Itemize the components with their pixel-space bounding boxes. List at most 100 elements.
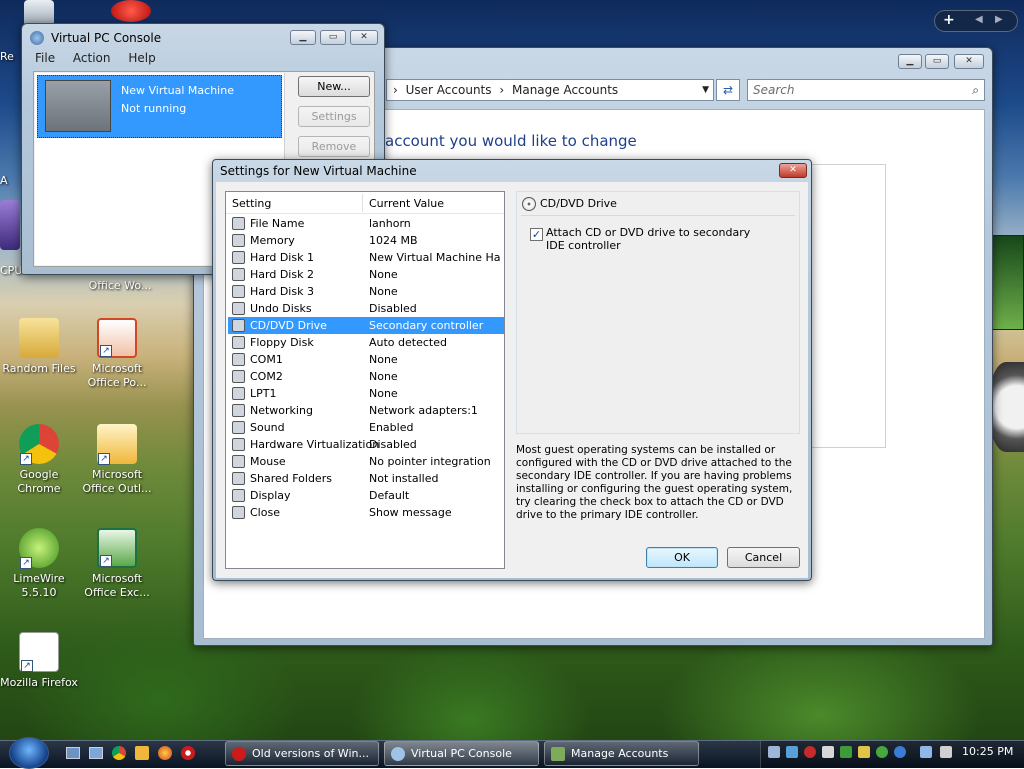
clock-gadget[interactable] [988,362,1024,452]
column-header-value[interactable]: Current Value [369,197,444,210]
search-icon[interactable]: ⌕ [972,80,979,100]
description-text: Most guest operating systems can be inst… [516,444,793,521]
outlook-quicklaunch-icon[interactable] [135,746,149,760]
refresh-button[interactable]: ⇄ [716,79,740,101]
menu-bar: File Action Help [35,51,170,65]
settings-row[interactable]: Floppy Disk Auto detected [228,334,504,351]
add-gadget-button[interactable]: + [943,12,955,28]
settings-row[interactable]: File Name lanhorn [228,215,504,232]
next-icon[interactable]: ▶ [995,14,1003,25]
firefox-quicklaunch-icon[interactable] [158,746,172,760]
excel-shortcut[interactable]: ↗ Microsoft Office Exc... [78,528,156,600]
settings-row[interactable]: LPT1 None [228,385,504,402]
column-header-setting[interactable]: Setting [232,197,271,210]
clock[interactable]: 10:25 PM [962,745,1013,758]
chrome-shortcut[interactable]: ↗ Google Chrome [0,424,78,496]
show-desktop-icon[interactable] [66,747,80,759]
minimize-button[interactable]: ▁ [290,30,316,45]
display-icon [232,489,245,502]
tray-icon-network-connection[interactable] [920,746,932,758]
setting-name: Display [250,489,291,502]
opera-quicklaunch-icon[interactable] [181,746,195,760]
limewire-shortcut[interactable]: ↗ LimeWire 5.5.10 [0,528,78,600]
vm-list-item[interactable]: New Virtual Machine Not running [37,75,282,138]
limewire-icon: ↗ [19,528,59,569]
powerpoint-shortcut[interactable]: ↗ Microsoft Office Po... [78,318,156,390]
outlook-shortcut[interactable]: ↗ Microsoft Office Outl... [78,424,156,496]
cancel-button[interactable]: Cancel [727,547,800,568]
menu-file[interactable]: File [35,51,55,65]
close-button[interactable]: ✕ [350,30,378,45]
hard-disk-icon [232,285,245,298]
taskbar-item-vpc[interactable]: Virtual PC Console [384,741,539,766]
tray-icon-messenger[interactable] [858,746,870,758]
maximize-button[interactable]: ▭ [320,30,346,45]
previous-icon[interactable]: ◀ [975,14,983,25]
opera-icon [111,0,151,22]
attach-cd-label[interactable]: Attach CD or DVD drive to secondary IDE … [546,226,766,252]
volume-icon[interactable] [940,746,952,758]
settings-row[interactable]: Display Default [228,487,504,504]
group-title: CD/DVD Drive [540,197,617,210]
firefox-shortcut[interactable]: ↗ Mozilla Firefox [0,632,78,690]
new-button[interactable]: New... [298,76,370,97]
remove-button[interactable]: Remove [298,136,370,157]
firefox-icon: ↗ [19,632,59,672]
settings-row[interactable]: Hard Disk 1 New Virtual Machine Har... [228,249,504,266]
breadcrumb-user-accounts[interactable]: User Accounts [406,83,492,97]
chrome-quicklaunch-icon[interactable] [112,746,126,760]
tray-icon-settings[interactable] [822,746,834,758]
taskbar-item-opera[interactable]: Old versions of Win... [225,741,379,766]
outlook-icon: ↗ [97,424,137,465]
chevron-down-icon[interactable]: ▼ [702,80,709,100]
settings-row[interactable]: Undo Disks Disabled [228,300,504,317]
gadget-slideshow[interactable] [990,235,1024,330]
settings-row[interactable]: Hardware Virtualization Disabled [228,436,504,453]
settings-row[interactable]: COM2 None [228,368,504,385]
setting-value: Disabled [369,438,417,451]
taskbar-item-label: Manage Accounts [571,747,669,760]
settings-row[interactable]: Sound Enabled [228,419,504,436]
switch-windows-icon[interactable] [89,747,103,759]
tray-icon-bluetooth[interactable] [894,746,906,758]
settings-button[interactable]: Settings [298,106,370,127]
floppy-icon [232,336,245,349]
ok-button[interactable]: OK [646,547,718,568]
memory-icon [232,234,245,247]
settings-list[interactable]: Setting Current Value File Name lanhorn Me… [225,191,505,569]
address-bar[interactable]: › User Accounts › Manage Accounts ▼ [386,79,714,101]
settings-row[interactable]: Hard Disk 3 None [228,283,504,300]
setting-name: Hard Disk 2 [250,268,314,281]
tray-icon-update[interactable] [876,746,888,758]
close-button[interactable]: ✕ [954,54,984,69]
setting-name: Floppy Disk [250,336,314,349]
settings-row[interactable]: Memory 1024 MB [228,232,504,249]
taskbar-item-accounts[interactable]: Manage Accounts [544,741,699,766]
settings-row[interactable]: Hard Disk 2 None [228,266,504,283]
setting-value: None [369,370,398,383]
chrome-icon: ↗ [19,424,59,465]
accounts-panel [804,164,886,448]
breadcrumb-manage-accounts[interactable]: Manage Accounts [512,83,618,97]
powerpoint-label: Microsoft Office Po... [87,362,147,389]
settings-row[interactable]: Close Show message [228,504,504,521]
tray-icon-network[interactable] [768,746,780,758]
tray-icon-display[interactable] [786,746,798,758]
settings-row[interactable]: Shared Folders Not installed [228,470,504,487]
settings-row[interactable]: Mouse No pointer integration [228,453,504,470]
settings-row[interactable]: Networking Network adapters:1 [228,402,504,419]
close-button[interactable]: ✕ [779,163,807,178]
maximize-button[interactable]: ▭ [925,54,949,69]
tray-icon-security[interactable] [804,746,816,758]
tray-icon-shield[interactable] [840,746,852,758]
settings-row[interactable]: COM1 None [228,351,504,368]
menu-action[interactable]: Action [73,51,111,65]
attach-cd-checkbox[interactable]: ✓ [530,228,543,241]
settings-row[interactable]: CD/DVD Drive Secondary controller [228,317,504,334]
menu-help[interactable]: Help [128,51,155,65]
minimize-button[interactable]: ▁ [898,54,922,69]
random-files-shortcut[interactable]: Random Files [0,318,78,376]
search-input[interactable]: Search ⌕ [747,79,985,101]
start-button[interactable] [9,737,49,769]
desktop-label-office-word[interactable]: Office Wo... [80,279,160,293]
